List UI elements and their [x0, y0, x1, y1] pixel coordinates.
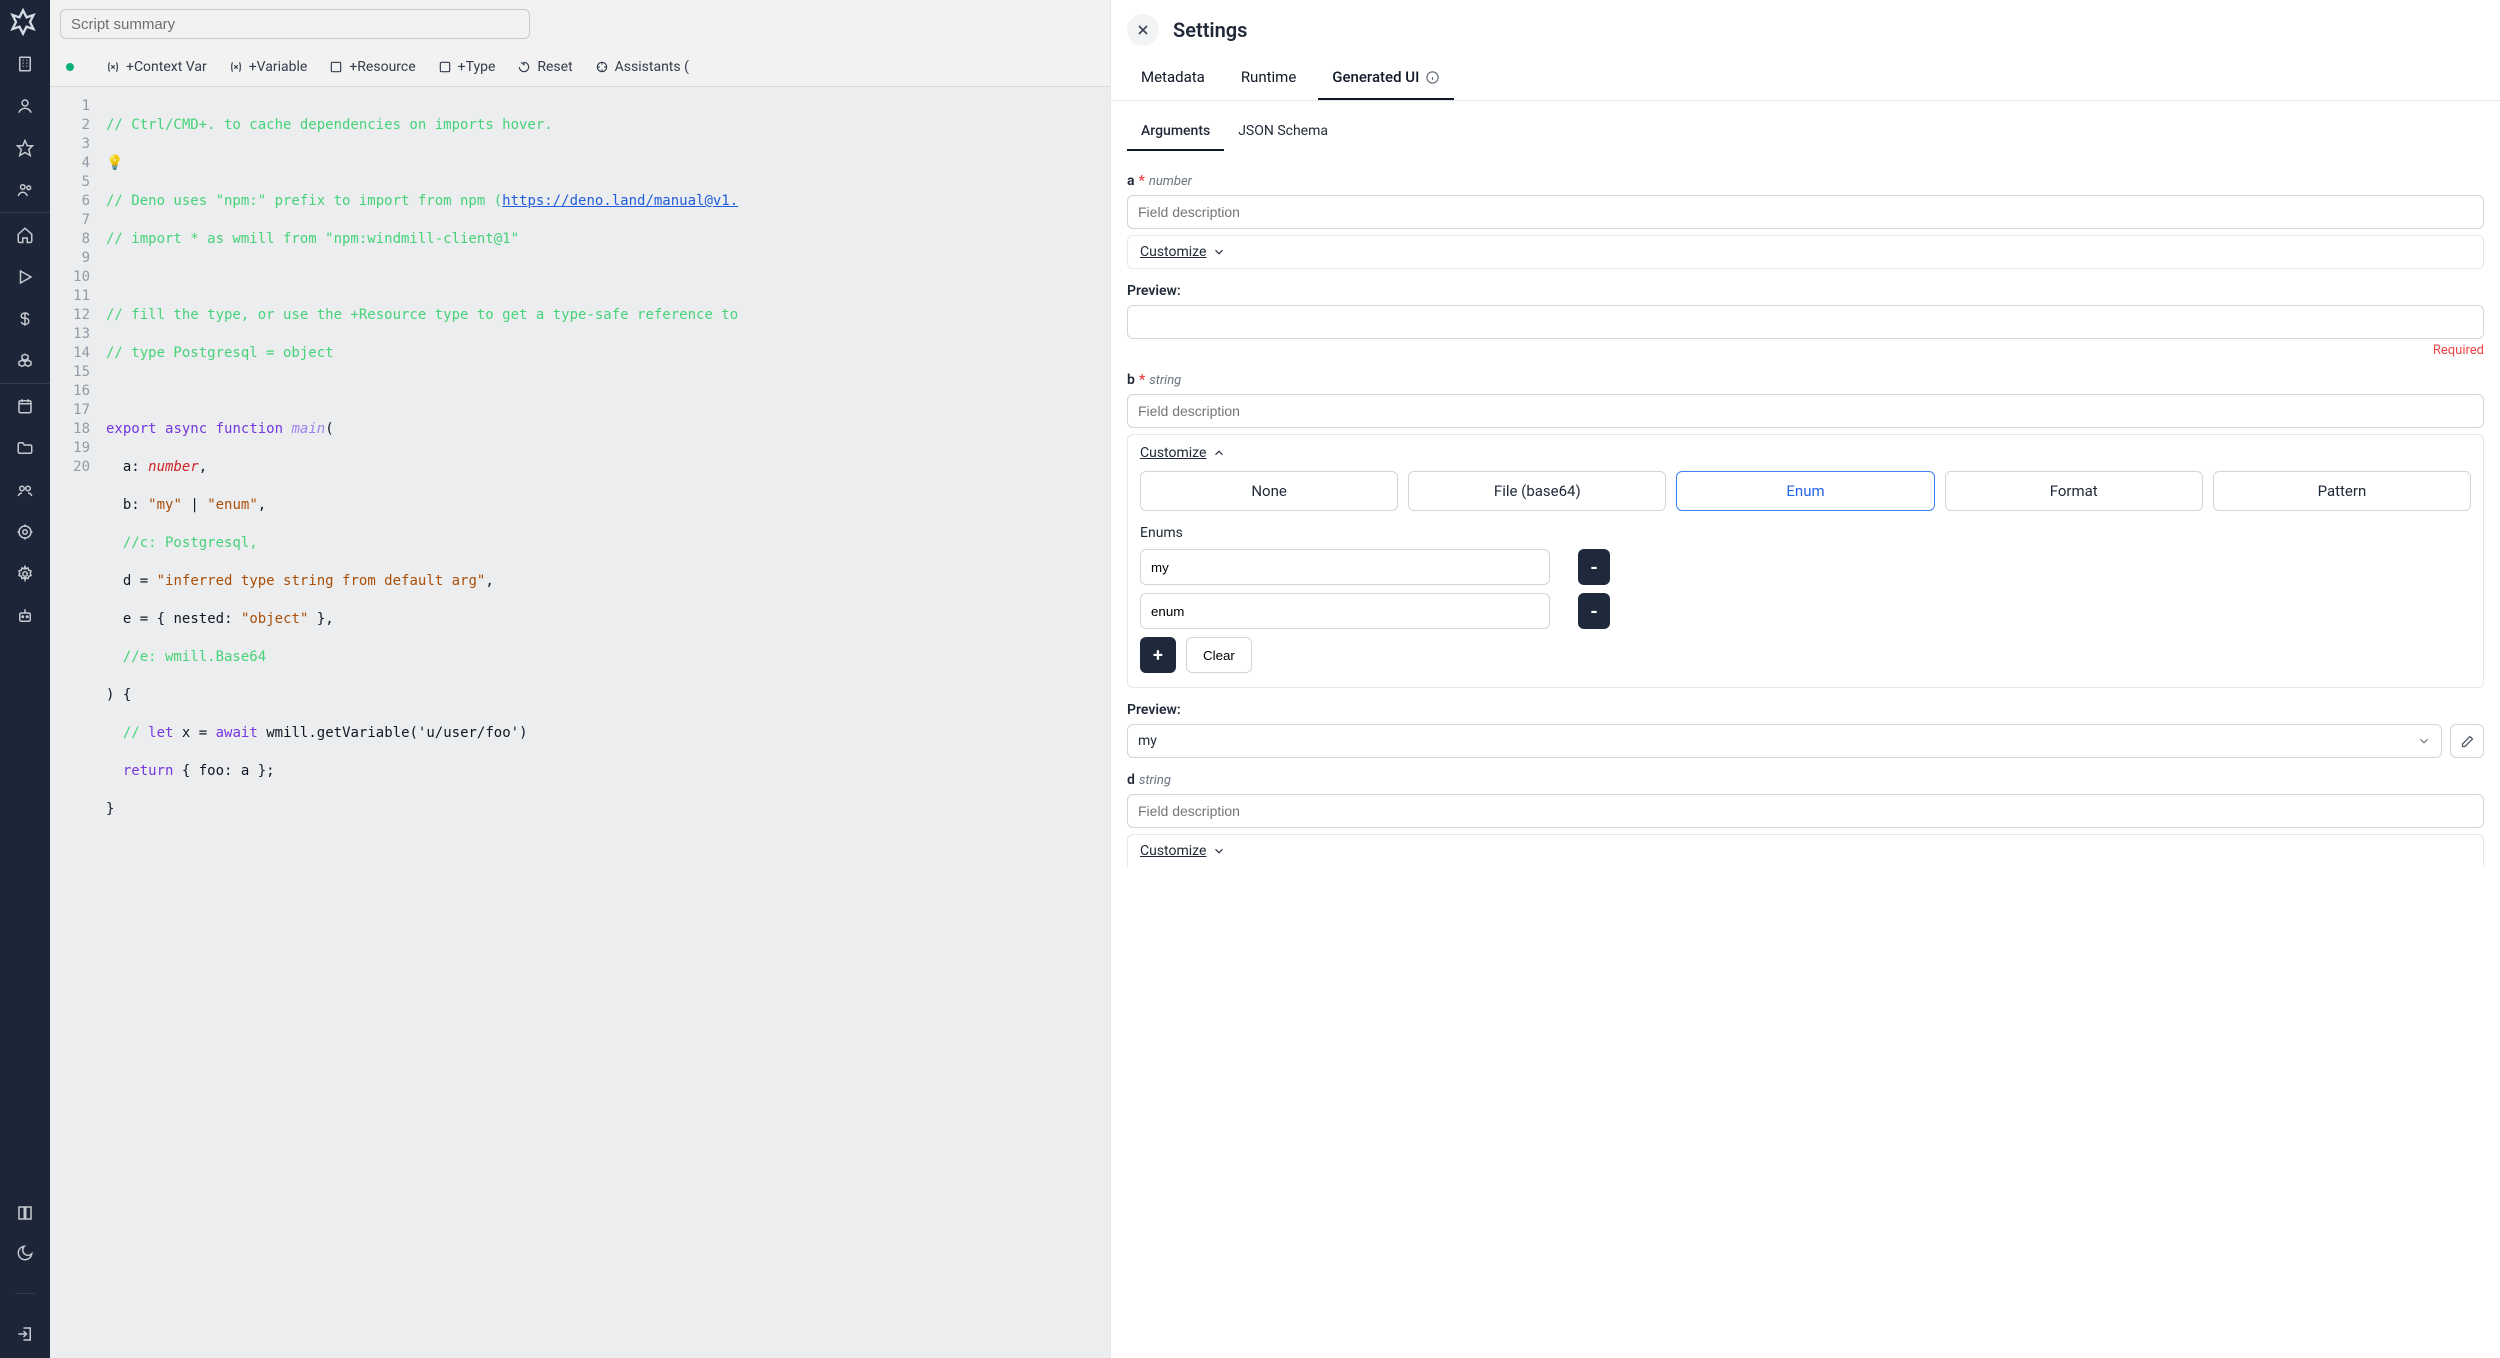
users-icon[interactable] — [15, 180, 35, 200]
toolbar-assistants[interactable]: Assistants ( — [595, 59, 689, 75]
fields-scroll[interactable]: a* number Customize Preview: Required b* — [1111, 151, 2500, 1358]
line-gutter: 1234567891011121314151617181920 — [50, 87, 96, 1358]
toolbar-variable[interactable]: +Variable — [229, 59, 308, 75]
play-icon[interactable] — [15, 267, 35, 287]
field-d-name: d — [1127, 772, 1135, 788]
tab-runtime[interactable]: Runtime — [1227, 58, 1310, 100]
enum-clear-button[interactable]: Clear — [1186, 637, 1252, 673]
field-b-preview-edit[interactable] — [2450, 724, 2484, 758]
star-icon[interactable] — [15, 138, 35, 158]
field-b-preview-label: Preview: — [1127, 702, 2484, 718]
chevron-down-icon — [2417, 734, 2431, 748]
logout-icon[interactable] — [15, 1324, 35, 1344]
field-d-description[interactable] — [1127, 794, 2484, 828]
settings-panel: Settings Metadata Runtime Generated UI A… — [1110, 0, 2500, 1358]
sub-tabs: Arguments JSON Schema — [1111, 101, 2500, 151]
close-panel-button[interactable] — [1127, 14, 1159, 46]
toolbar-context-var[interactable]: +Context Var — [106, 59, 207, 75]
enum-remove-0[interactable]: - — [1578, 549, 1610, 585]
assistants-label: Assistants ( — [615, 59, 689, 75]
kind-pattern[interactable]: Pattern — [2213, 471, 2471, 511]
kind-enum[interactable]: Enum — [1676, 471, 1934, 511]
context-var-label: +Context Var — [126, 59, 207, 75]
tab-generated-ui[interactable]: Generated UI — [1318, 58, 1454, 100]
logo-icon[interactable] — [9, 8, 41, 40]
field-a: a* number Customize Preview: Required — [1127, 173, 2484, 358]
field-b-customize-toggle[interactable]: Customize — [1140, 445, 2471, 461]
lightbulb-icon[interactable]: 💡 — [106, 155, 123, 171]
field-a-customize[interactable]: Customize — [1127, 235, 2484, 269]
enum-input-0[interactable] — [1140, 549, 1550, 585]
toolbar-resource[interactable]: +Resource — [329, 59, 415, 75]
dollar-icon[interactable] — [15, 309, 35, 329]
bot-icon[interactable] — [15, 606, 35, 626]
resource-label: +Resource — [349, 59, 415, 75]
reset-label: Reset — [537, 59, 572, 75]
user-icon[interactable] — [15, 96, 35, 116]
kind-none[interactable]: None — [1140, 471, 1398, 511]
field-a-description[interactable] — [1127, 195, 2484, 229]
field-a-preview-label: Preview: — [1127, 283, 2484, 299]
book-icon[interactable] — [15, 1203, 35, 1223]
group-icon[interactable] — [15, 480, 35, 500]
field-a-name: a — [1127, 173, 1135, 189]
type-label: +Type — [458, 59, 496, 75]
summary-input[interactable] — [60, 9, 530, 39]
toolbar-reset[interactable]: Reset — [517, 59, 572, 75]
field-b-description[interactable] — [1127, 394, 2484, 428]
enum-input-1[interactable] — [1140, 593, 1550, 629]
field-b: b* string Customize None File (base64) E… — [1127, 372, 2484, 758]
cubes-icon[interactable] — [15, 351, 35, 371]
enum-remove-1[interactable]: - — [1578, 593, 1610, 629]
field-b-name: b — [1127, 372, 1135, 388]
building-icon[interactable] — [15, 54, 35, 74]
field-d-type: string — [1139, 773, 1171, 788]
subtab-arguments[interactable]: Arguments — [1127, 115, 1224, 151]
field-b-preview-select[interactable]: my — [1127, 724, 2442, 758]
kind-file[interactable]: File (base64) — [1408, 471, 1666, 511]
info-icon — [1425, 70, 1440, 85]
calendar-icon[interactable] — [15, 396, 35, 416]
field-a-type: number — [1149, 174, 1192, 189]
status-dot — [66, 63, 74, 71]
subtab-json-schema[interactable]: JSON Schema — [1224, 115, 1342, 151]
field-b-type: string — [1149, 373, 1181, 388]
theme-icon[interactable] — [15, 1243, 35, 1263]
sidebar — [0, 0, 50, 1358]
chevron-down-icon — [1212, 844, 1226, 858]
kind-format[interactable]: Format — [1945, 471, 2203, 511]
folder-icon[interactable] — [15, 438, 35, 458]
enums-label: Enums — [1140, 525, 2471, 541]
chevron-down-icon — [1212, 245, 1226, 259]
field-d: d string Customize — [1127, 772, 2484, 867]
enums-section: Enums - - + Clear — [1140, 525, 2471, 673]
chevron-up-icon — [1212, 446, 1226, 460]
enum-add-button[interactable]: + — [1140, 637, 1176, 673]
field-b-customize-open: Customize None File (base64) Enum Format… — [1127, 434, 2484, 688]
panel-title: Settings — [1173, 18, 1247, 42]
gear-icon[interactable] — [15, 564, 35, 584]
home-icon[interactable] — [15, 225, 35, 245]
toolbar-type[interactable]: +Type — [438, 59, 496, 75]
field-d-customize[interactable]: Customize — [1127, 834, 2484, 867]
target-icon[interactable] — [15, 522, 35, 542]
variable-label: +Variable — [249, 59, 308, 75]
settings-tabs: Metadata Runtime Generated UI — [1111, 58, 2500, 101]
field-a-required: Required — [1127, 343, 2484, 358]
field-a-preview[interactable] — [1127, 305, 2484, 339]
tab-metadata[interactable]: Metadata — [1127, 58, 1219, 100]
